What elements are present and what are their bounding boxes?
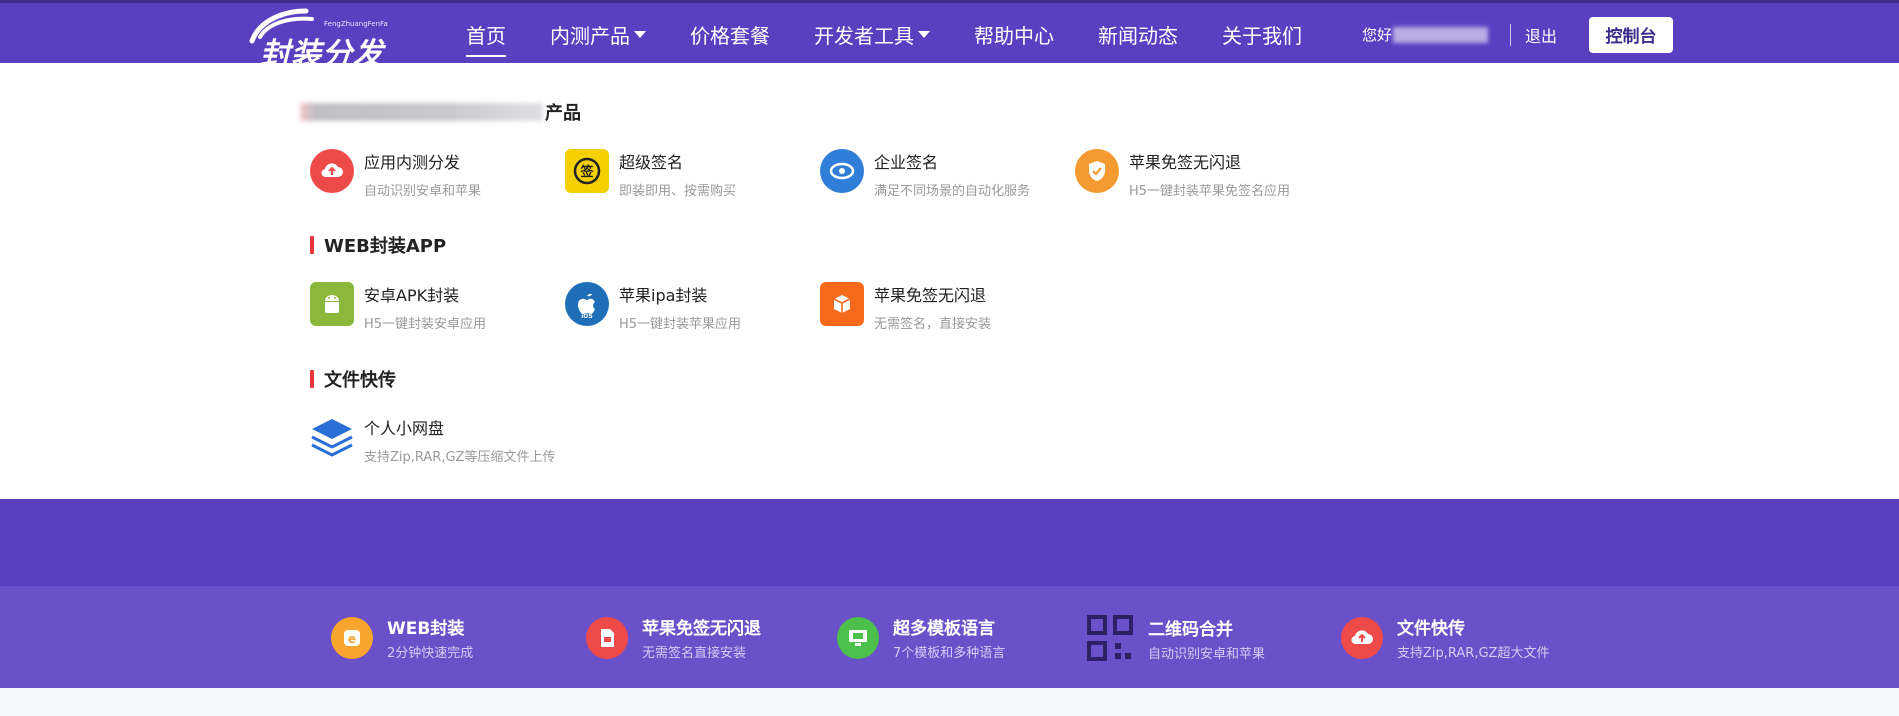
product-desc: H5一键封装安卓应用 [364, 317, 487, 332]
nav-item-news[interactable]: 新闻动态 [1098, 20, 1178, 49]
svg-text:签: 签 [579, 164, 594, 180]
product-apple-no-sign-web[interactable]: 苹果免签无闪退无需签名，直接安装 [820, 282, 1075, 332]
section-title-text: 产品 [545, 103, 581, 124]
box-icon [820, 282, 864, 326]
logo-subtitle: FengZhuangFenFa [324, 20, 388, 28]
site-logo[interactable]: FengZhuangFenFa 封装分发 [246, 7, 396, 72]
link-icon [820, 149, 864, 193]
products-dropdown-panel: 产品 应用内测分发自动识别安卓和苹果 签 超级签名即装即用、按需购买 企业签名满… [0, 63, 1899, 499]
user-area: 您好 退出 控制台 [1362, 3, 1674, 66]
divider [1510, 23, 1512, 46]
product-super-signature[interactable]: 签 超级签名即装即用、按需购买 [565, 149, 820, 199]
nav-label: 关于我们 [1222, 24, 1302, 48]
nav-item-about[interactable]: 关于我们 [1222, 20, 1302, 49]
main-nav: 首页 内测产品 价格套餐 开发者工具 帮助中心 新闻动态 关于我们 [466, 3, 1346, 66]
nav-item-home[interactable]: 首页 [466, 20, 506, 57]
feature-name: 苹果免签无闪退 [642, 619, 761, 639]
product-apple-no-sign[interactable]: 苹果免签无闪退 H5一键封装苹果免签名应用 [1075, 149, 1330, 199]
section-title-text: WEB封装APP [324, 236, 447, 257]
caret-down-icon [918, 31, 930, 38]
nav-item-dev-tools[interactable]: 开发者工具 [814, 20, 930, 49]
nav-label: 价格套餐 [690, 24, 770, 48]
product-name: 苹果ipa封装 [619, 286, 708, 305]
android-icon [310, 282, 354, 326]
feature-apple-no-sign[interactable]: 苹果免签无闪退无需签名直接安装 [586, 614, 761, 661]
product-enterprise-signature[interactable]: 企业签名满足不同场景的自动化服务 [820, 149, 1075, 199]
nav-label: 帮助中心 [974, 24, 1054, 48]
nav-label: 内测产品 [550, 24, 630, 48]
feature-desc: 7个模板和多种语言 [893, 646, 1006, 661]
feature-name: WEB封装 [387, 619, 465, 639]
nav-item-beta-products[interactable]: 内测产品 [550, 20, 646, 49]
feature-name: 二维码合并 [1148, 619, 1233, 640]
product-desc: 支持Zip,RAR,GZ等压缩文件上传 [364, 450, 556, 465]
cloud-upload-icon [1341, 616, 1383, 659]
nav-item-help[interactable]: 帮助中心 [974, 20, 1054, 49]
console-button[interactable]: 控制台 [1589, 16, 1674, 53]
web-e-icon: e [331, 616, 373, 659]
section-accent-bar [310, 236, 314, 254]
product-android-apk[interactable]: 安卓APK封装 H5一键封装安卓应用 [310, 282, 565, 332]
section-title-products: 产品 [300, 99, 581, 125]
product-personal-cloud-disk[interactable]: 个人小网盘支持Zip,RAR,GZ等压缩文件上传 [310, 415, 565, 465]
apple-ios-icon: iOS [565, 282, 609, 326]
cloud-upload-icon [310, 149, 354, 193]
section-title-redacted [300, 103, 543, 121]
product-name: 应用内测分发 [364, 153, 461, 172]
product-name: 安卓APK封装 [364, 286, 460, 305]
section-title-web-app: WEB封装APP [310, 232, 446, 258]
document-icon [586, 616, 628, 659]
top-header: FengZhuangFenFa 封装分发 首页 内测产品 价格套餐 开发者工具 … [0, 0, 1899, 72]
section-title-file-transfer: 文件快传 [310, 366, 396, 392]
product-name: 苹果免签无闪退 [874, 286, 987, 305]
caret-down-icon [634, 31, 646, 38]
feature-desc: 2分钟快速完成 [387, 646, 474, 661]
feature-templates[interactable]: 超多模板语言 7个模板和多种语言 [837, 614, 1005, 661]
nav-label: 首页 [466, 24, 506, 48]
greeting-text: 您好 [1362, 26, 1393, 44]
product-name: 企业签名 [874, 153, 939, 172]
product-desc: 即装即用、按需购买 [619, 184, 737, 199]
section-accent-bar [310, 370, 314, 388]
product-name: 个人小网盘 [364, 419, 445, 438]
product-name: 苹果免签无闪退 [1129, 153, 1242, 172]
logout-link[interactable]: 退出 [1525, 23, 1557, 47]
product-desc: 无需签名，直接安装 [874, 317, 992, 332]
product-desc: H5一键封装苹果免签名应用 [1129, 184, 1291, 199]
product-name: 超级签名 [619, 153, 684, 172]
product-desc: 满足不同场景的自动化服务 [874, 184, 1031, 199]
product-apple-ipa[interactable]: iOS 苹果ipa封装 H5一键封装苹果应用 [565, 282, 820, 332]
svg-text:iOS: iOS [581, 313, 592, 319]
product-desc: 自动识别安卓和苹果 [364, 184, 482, 199]
username-redacted [1393, 26, 1489, 43]
nav-item-pricing[interactable]: 价格套餐 [690, 20, 770, 49]
product-desc: H5一键封装苹果应用 [619, 317, 742, 332]
feature-name: 超多模板语言 [893, 619, 995, 639]
feature-web-wrap[interactable]: e WEB封装 2分钟快速完成 [331, 614, 473, 661]
feature-name: 文件快传 [1397, 619, 1465, 639]
qrcode-icon [1086, 614, 1134, 662]
signature-icon: 签 [565, 149, 609, 193]
product-beta-distribution[interactable]: 应用内测分发自动识别安卓和苹果 [310, 149, 565, 199]
hero-band [0, 499, 1899, 586]
feature-qrcode-merge[interactable]: 二维码合并自动识别安卓和苹果 [1086, 614, 1265, 662]
feature-desc: 无需签名直接安装 [642, 646, 747, 661]
feature-desc: 自动识别安卓和苹果 [1148, 646, 1266, 662]
section-title-text: 文件快传 [324, 370, 396, 391]
shield-check-icon [1075, 149, 1119, 193]
feature-desc: 支持Zip,RAR,GZ超大文件 [1397, 646, 1550, 661]
monitor-icon [837, 616, 879, 659]
nav-label: 新闻动态 [1098, 24, 1178, 48]
nav-label: 开发者工具 [814, 24, 914, 48]
page-bottom-area [0, 688, 1899, 716]
svg-text:e: e [348, 632, 356, 646]
layers-icon [310, 415, 354, 459]
feature-file-transfer[interactable]: 文件快传支持Zip,RAR,GZ超大文件 [1341, 614, 1549, 661]
